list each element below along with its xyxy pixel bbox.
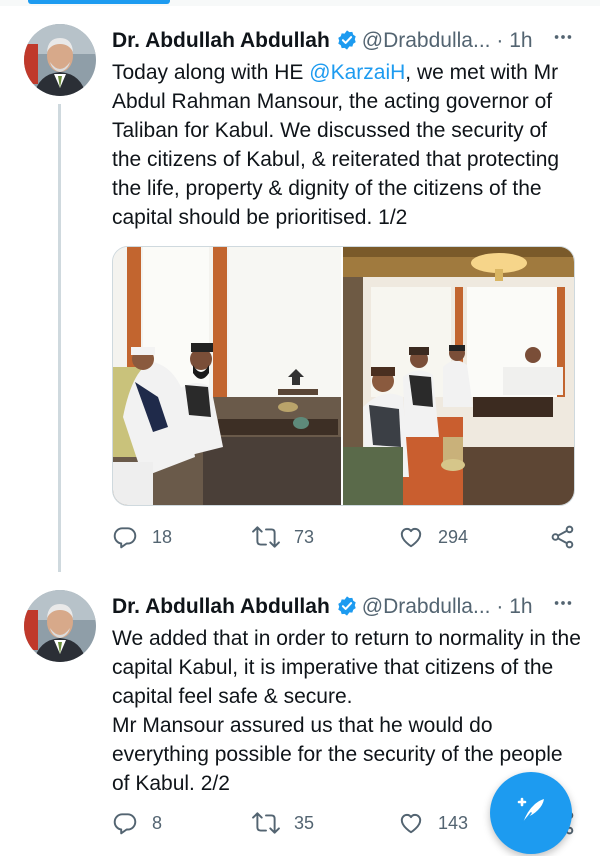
meeting-photo-2[interactable] — [343, 247, 574, 505]
like-count: 294 — [438, 526, 469, 547]
retweet-count: 73 — [294, 526, 315, 547]
compose-tweet-button[interactable] — [490, 772, 572, 854]
retweet-button[interactable]: 35 — [252, 808, 314, 838]
compose-tweet-icon — [511, 791, 551, 836]
heart-icon — [398, 524, 424, 550]
reply-button[interactable]: 18 — [112, 522, 172, 552]
tweet-header: Dr. Abdullah Abdullah @Drabdulla... · 1h — [112, 590, 580, 624]
like-count: 143 — [438, 812, 469, 833]
reply-button[interactable]: 8 — [112, 808, 162, 838]
thread-line — [58, 104, 61, 572]
top-divider — [0, 0, 600, 6]
tweet-actions: 18 73 294 — [112, 522, 582, 552]
retweet-icon — [252, 810, 280, 836]
mention-link[interactable]: @KarzaiH — [309, 61, 405, 84]
meeting-photo-1[interactable] — [113, 247, 343, 505]
like-button[interactable]: 143 — [398, 808, 468, 838]
avatar[interactable] — [24, 24, 96, 96]
tweet-1[interactable]: Dr. Abdullah Abdullah @Drabdulla... · 1h … — [0, 14, 600, 574]
share-button[interactable] — [550, 522, 576, 552]
retweet-count: 35 — [294, 812, 315, 833]
media-grid[interactable] — [112, 246, 575, 506]
avatar[interactable] — [24, 590, 96, 662]
author-name[interactable]: Dr. Abdullah Abdullah — [112, 29, 330, 52]
tweet-header: Dr. Abdullah Abdullah @Drabdulla... · 1h — [112, 24, 580, 58]
verified-badge-icon — [336, 594, 358, 628]
timestamp[interactable]: 1h — [509, 29, 532, 52]
separator-dot: · — [496, 29, 504, 52]
share-icon — [550, 524, 576, 550]
tweet-text: We added that in order to return to norm… — [112, 624, 582, 798]
author-handle[interactable]: @Drabdulla... — [362, 29, 491, 52]
retweet-icon — [252, 524, 280, 550]
timestamp[interactable]: 1h — [509, 595, 532, 618]
more-horizontal-icon[interactable] — [552, 24, 574, 58]
reply-icon — [112, 524, 138, 550]
retweet-button[interactable]: 73 — [252, 522, 314, 552]
reply-count: 8 — [152, 812, 163, 833]
reply-count: 18 — [152, 526, 173, 547]
reply-icon — [112, 810, 138, 836]
tweet-text-part: Today along with HE — [112, 61, 310, 84]
tweet-text-part: , we met with Mr Abdul Rahman Mansour, t… — [112, 61, 560, 229]
tweet-text: Today along with HE @KarzaiH, we met wit… — [112, 58, 582, 232]
verified-badge-icon — [336, 28, 358, 62]
author-name[interactable]: Dr. Abdullah Abdullah — [112, 595, 330, 618]
tab-indicator — [28, 0, 170, 4]
heart-icon — [398, 810, 424, 836]
tweet-text-paragraph: We added that in order to return to norm… — [112, 627, 581, 708]
more-horizontal-icon[interactable] — [552, 590, 574, 624]
separator-dot: · — [496, 595, 504, 618]
like-button[interactable]: 294 — [398, 522, 468, 552]
author-handle[interactable]: @Drabdulla... — [362, 595, 491, 618]
